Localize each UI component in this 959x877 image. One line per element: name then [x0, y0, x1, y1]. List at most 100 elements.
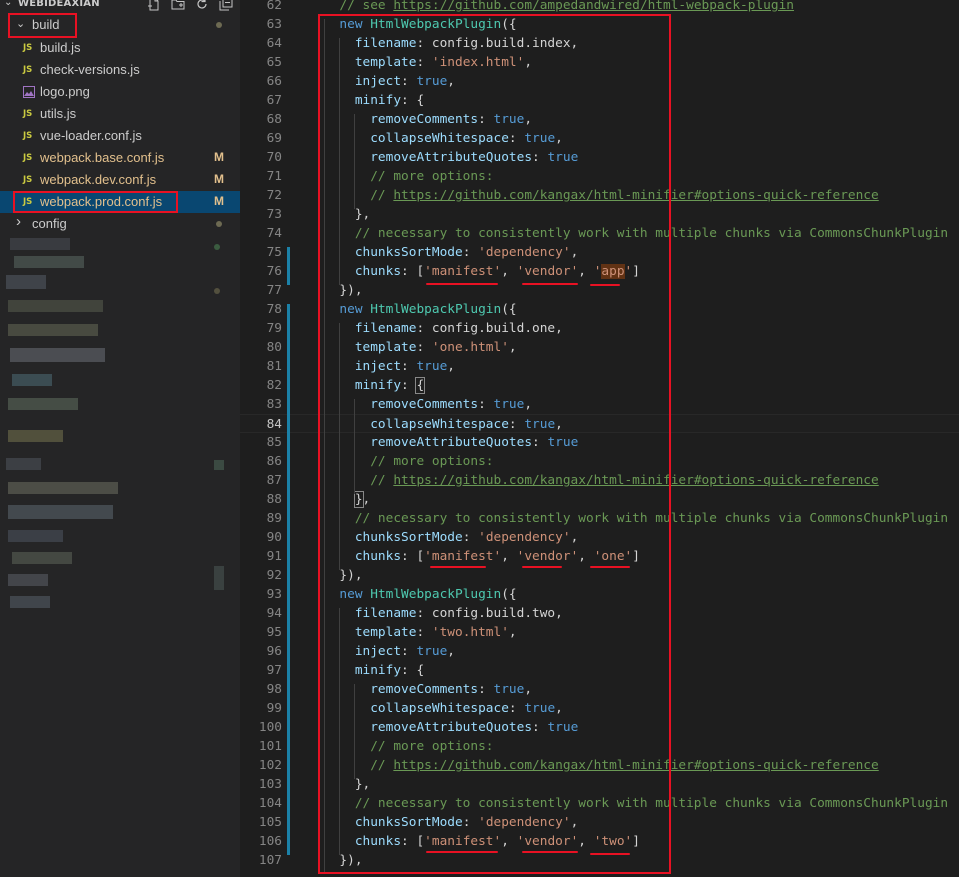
line-number: 103	[258, 777, 282, 792]
annotation-underline	[590, 853, 630, 855]
annotation-box-prod-conf	[13, 191, 178, 213]
line-number: 90	[266, 530, 282, 545]
line-number: 104	[258, 796, 282, 811]
line-number: 92	[266, 568, 282, 583]
collapse-all-icon[interactable]	[219, 0, 233, 11]
line-number: 82	[266, 378, 282, 393]
line-number: 84	[266, 417, 282, 432]
line-number: 98	[266, 682, 282, 697]
line-number: 85	[266, 435, 282, 450]
code-token: https://github.com/ampedandwired/html-we…	[393, 0, 794, 13]
tree-item-vue-loader-conf-js[interactable]: JS vue-loader.conf.js	[0, 125, 240, 147]
js-file-icon: JS	[23, 43, 33, 53]
tree-item-logo-png[interactable]: logo.png	[0, 81, 240, 103]
tree-item-label: check-versions.js	[40, 62, 140, 77]
new-folder-icon[interactable]	[171, 0, 185, 11]
tree-item-webpack-base-conf-js[interactable]: JS webpack.base.conf.js M	[0, 147, 240, 169]
line-number: 77	[266, 283, 282, 298]
explorer-sidebar: ⌄ WEBIDEAXIAN ⌄ build JS build.js JS check-ve…	[0, 0, 240, 877]
line-number: 100	[258, 720, 282, 735]
line-number: 68	[266, 112, 282, 127]
tree-item-label: logo.png	[40, 84, 90, 99]
line-number: 78	[266, 302, 282, 317]
line-number: 75	[266, 245, 282, 260]
code-token: // see	[324, 0, 394, 13]
tree-item-label: build.js	[40, 40, 81, 55]
line-number: 91	[266, 549, 282, 564]
image-file-icon	[23, 86, 35, 98]
code-editor[interactable]: 62 // see https://github.com/ampedandwir…	[240, 0, 959, 877]
tree-item-check-versions-js[interactable]: JS check-versions.js	[0, 59, 240, 81]
line-number: 107	[258, 853, 282, 868]
line-number: 62	[266, 0, 282, 13]
line-number: 71	[266, 169, 282, 184]
line-number: 102	[258, 758, 282, 773]
annotation-underline	[590, 566, 630, 568]
explorer-header: ⌄ WEBIDEAXIAN	[0, 0, 240, 14]
line-number: 93	[266, 587, 282, 602]
line-number: 66	[266, 74, 282, 89]
refresh-icon[interactable]	[195, 0, 209, 11]
annotation-underline	[426, 283, 498, 285]
tree-item-build-js[interactable]: JS build.js	[0, 37, 240, 59]
line-number: 69	[266, 131, 282, 146]
tree-item-webpack-dev-conf-js[interactable]: JS webpack.dev.conf.js M	[0, 169, 240, 191]
js-file-icon: JS	[23, 65, 33, 75]
line-number: 79	[266, 321, 282, 336]
tree-item-utils-js[interactable]: JS utils.js	[0, 103, 240, 125]
annotation-underline	[522, 851, 578, 853]
modified-badge: M	[214, 172, 224, 186]
line-number: 81	[266, 359, 282, 374]
line-number: 64	[266, 36, 282, 51]
line-number: 87	[266, 473, 282, 488]
chevron-right-icon[interactable]: ›	[16, 213, 21, 230]
explorer-title: WEBIDEAXIAN	[18, 0, 100, 9]
annotation-underline	[430, 566, 486, 568]
tree-item-label: vue-loader.conf.js	[40, 128, 142, 143]
annotation-box-build	[8, 13, 77, 38]
line-number: 65	[266, 55, 282, 70]
git-modified-indicator	[287, 304, 290, 855]
line-number: 86	[266, 454, 282, 469]
line-number: 101	[258, 739, 282, 754]
line-number: 76	[266, 264, 282, 279]
line-number: 96	[266, 644, 282, 659]
line-number: 83	[266, 397, 282, 412]
js-file-icon: JS	[23, 153, 33, 163]
line-number: 67	[266, 93, 282, 108]
js-file-icon: JS	[23, 109, 33, 119]
tree-item-label: webpack.base.conf.js	[40, 150, 165, 165]
git-modified-indicator	[287, 247, 290, 285]
code-line[interactable]: 62 // see https://github.com/ampedandwir…	[240, 0, 959, 15]
line-number: 72	[266, 188, 282, 203]
js-file-icon: JS	[23, 131, 33, 141]
line-number: 89	[266, 511, 282, 526]
line-number: 74	[266, 226, 282, 241]
line-number: 105	[258, 815, 282, 830]
line-number: 88	[266, 492, 282, 507]
tree-item-label: webpack.dev.conf.js	[40, 172, 157, 187]
line-number: 99	[266, 701, 282, 716]
line-number: 80	[266, 340, 282, 355]
tree-item-label: config	[32, 216, 67, 231]
modified-badge: M	[214, 150, 224, 164]
code-link[interactable]: https://github.com/ampedandwired/html-we…	[393, 0, 794, 13]
modified-badge: M	[214, 194, 224, 208]
annotation-underline	[426, 851, 498, 853]
new-file-icon[interactable]	[147, 0, 161, 11]
chevron-down-icon[interactable]: ⌄	[4, 0, 12, 8]
annotation-box-code	[318, 14, 671, 874]
tree-item-label: utils.js	[40, 106, 77, 121]
change-dot-icon	[216, 221, 222, 227]
line-number: 95	[266, 625, 282, 640]
line-number: 106	[258, 834, 282, 849]
change-dot-icon	[216, 22, 222, 28]
js-file-icon: JS	[23, 175, 33, 185]
line-number: 97	[266, 663, 282, 678]
code-text: // see https://github.com/ampedandwired/…	[324, 0, 794, 15]
line-number: 70	[266, 150, 282, 165]
tree-item-config[interactable]: › config	[0, 213, 240, 235]
annotation-underline	[522, 566, 562, 568]
annotation-underline	[522, 283, 578, 285]
annotation-underline	[590, 284, 620, 286]
